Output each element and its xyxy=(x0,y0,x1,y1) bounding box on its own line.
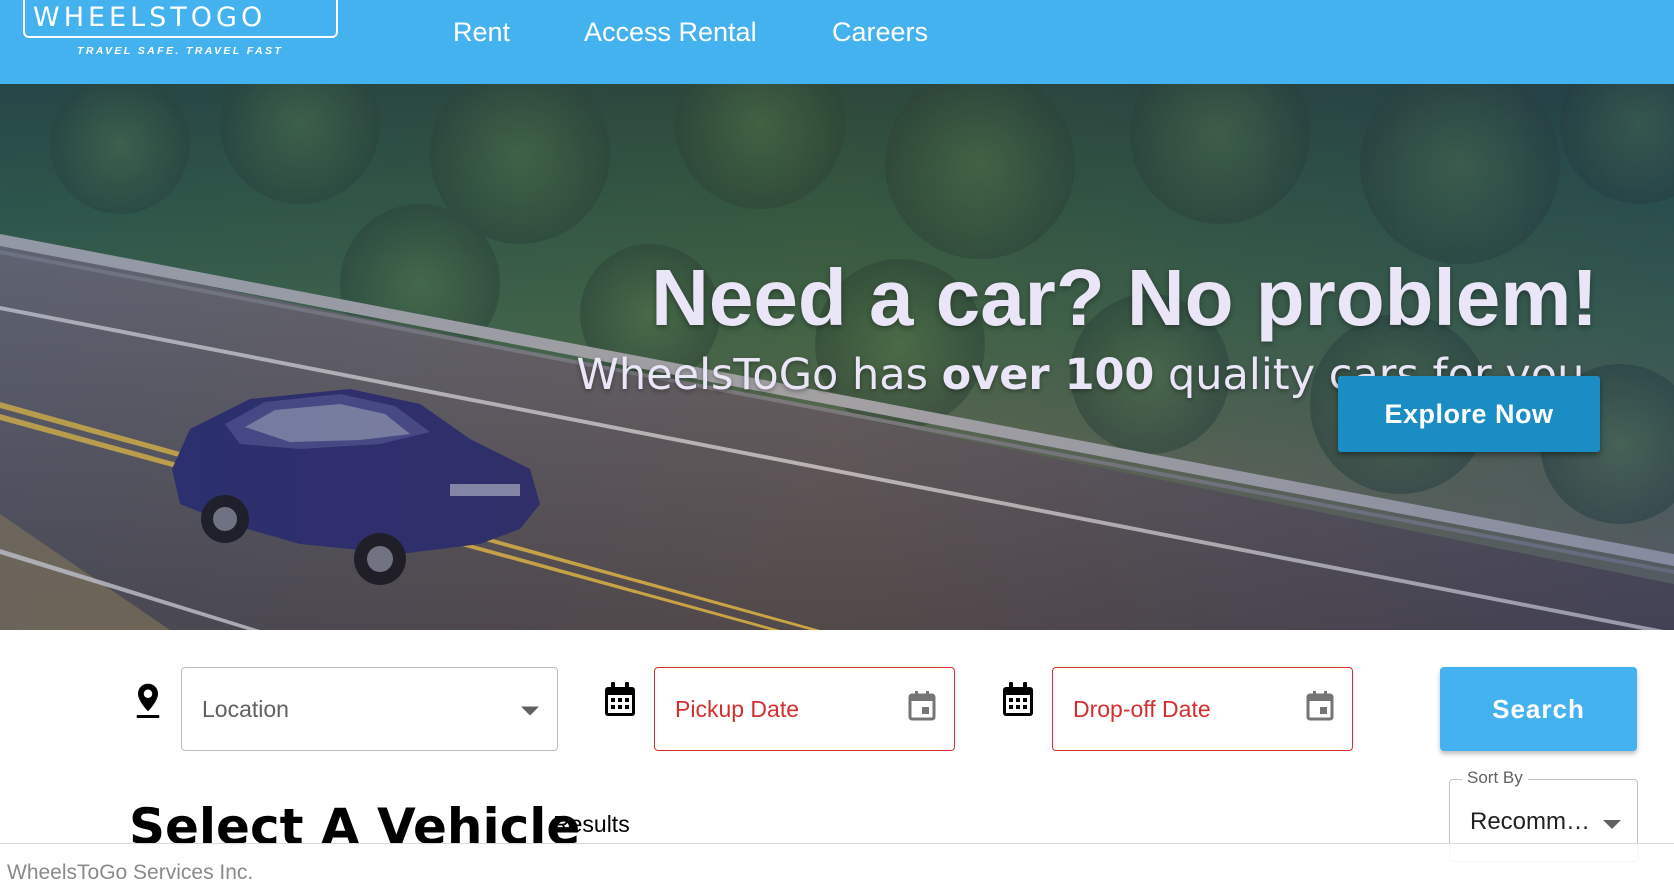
search-button[interactable]: Search xyxy=(1440,667,1637,751)
nav-link-rent[interactable]: Rent xyxy=(453,17,510,48)
hero-subtitle-highlight: over 100 xyxy=(941,350,1155,400)
chevron-down-icon xyxy=(1603,817,1621,835)
hero-title: Need a car? No problem! xyxy=(651,253,1598,342)
pickup-date-placeholder: Pickup Date xyxy=(675,695,800,722)
location-select[interactable]: Location xyxy=(181,667,558,751)
calendar-icon xyxy=(1001,682,1035,723)
calendar-icon xyxy=(603,682,637,723)
nav-link-careers[interactable]: Careers xyxy=(832,17,928,48)
dropoff-date-placeholder: Drop-off Date xyxy=(1073,695,1211,722)
calendar-picker-icon[interactable] xyxy=(1306,691,1334,727)
hero-subtitle-pre: WheelsToGo has xyxy=(576,350,942,400)
sort-by-value: Recommended xyxy=(1470,808,1594,835)
footer-company-name: WheelsToGo Services Inc. xyxy=(7,861,254,884)
location-pin-icon xyxy=(133,681,163,724)
chevron-down-icon xyxy=(521,696,539,723)
nav-link-access-rental[interactable]: Access Rental xyxy=(584,17,757,48)
brand-logo[interactable]: WHEELSTOGO TRAVEL SAFE. TRAVEL FAST xyxy=(23,0,338,62)
top-navbar: WHEELSTOGO TRAVEL SAFE. TRAVEL FAST Rent… xyxy=(0,0,1674,84)
hero-banner: Need a car? No problem! WheelsToGo has o… xyxy=(0,84,1674,630)
calendar-picker-icon[interactable] xyxy=(908,691,936,727)
dropoff-date-input[interactable]: Drop-off Date xyxy=(1052,667,1353,751)
pickup-date-input[interactable]: Pickup Date xyxy=(654,667,955,751)
sort-by-label: Sort By xyxy=(1462,768,1528,788)
logo-wordmark: WHEELSTOGO xyxy=(33,2,267,33)
results-label: Results xyxy=(553,811,630,837)
explore-now-button[interactable]: Explore Now xyxy=(1338,376,1600,452)
location-placeholder: Location xyxy=(202,695,289,722)
logo-tagline: TRAVEL SAFE. TRAVEL FAST xyxy=(77,45,284,57)
page-footer: WheelsToGo Services Inc. xyxy=(0,843,1674,884)
